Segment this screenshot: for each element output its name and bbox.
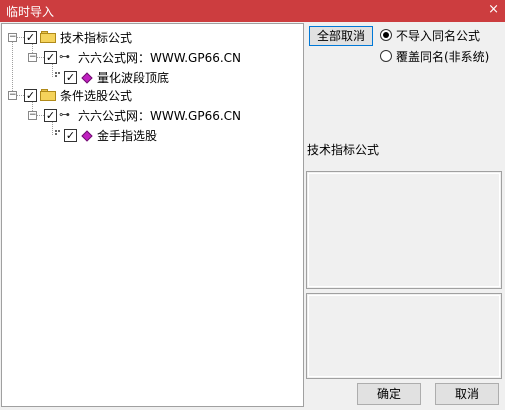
dots-icon [55,72,60,77]
key-icon: ⊶ [59,50,70,63]
formula1-checkbox[interactable]: ✓ [64,71,77,84]
category-label: 技术指标公式 [307,143,380,157]
group1-collapse-icon[interactable]: − [8,33,17,42]
title-bar: 临时导入 × [0,0,505,22]
source1-label[interactable]: 六六公式网：WWW.GP66.CN [78,49,241,66]
ok-button[interactable]: 确定 [357,383,421,405]
no-import-radio[interactable] [380,29,392,41]
formula-icon [81,72,93,84]
formula2-label[interactable]: 金手指选股 [97,127,157,144]
no-import-label[interactable]: 不导入同名公式 [396,27,480,44]
detail-box [306,293,502,379]
key-icon: ⊶ [59,108,70,121]
formula2-checkbox[interactable]: ✓ [64,129,77,142]
import-dialog: 临时导入 × − ✓ 技术指标公式 − ✓ ⊶ 六六公式网：WWW.GP66.C… [0,0,505,410]
group1-checkbox[interactable]: ✓ [24,31,37,44]
source1-collapse-icon[interactable]: − [28,53,37,62]
source2-collapse-icon[interactable]: − [28,111,37,120]
cancel-all-button[interactable]: 全部取消 [309,26,373,46]
source2-label[interactable]: 六六公式网：WWW.GP66.CN [78,107,241,124]
window-title: 临时导入 [6,5,55,19]
cancel-button[interactable]: 取消 [435,383,499,405]
formula-tree: − ✓ 技术指标公式 − ✓ ⊶ 六六公式网：WWW.GP66.CN ✓ 量化波… [1,23,304,407]
group1-label[interactable]: 技术指标公式 [60,29,132,46]
group2-label[interactable]: 条件选股公式 [60,87,132,104]
folder-icon [40,31,56,43]
formula1-label[interactable]: 量化波段顶底 [97,69,169,86]
folder-icon [40,89,56,101]
overwrite-label[interactable]: 覆盖同名(非系统) [396,48,489,65]
overwrite-radio[interactable] [380,50,392,62]
description-box [306,171,502,289]
close-icon[interactable]: × [488,2,499,17]
group2-collapse-icon[interactable]: − [8,91,17,100]
formula-icon [81,130,93,142]
dots-icon [55,130,60,135]
group2-checkbox[interactable]: ✓ [24,89,37,102]
source1-checkbox[interactable]: ✓ [44,51,57,64]
source2-checkbox[interactable]: ✓ [44,109,57,122]
